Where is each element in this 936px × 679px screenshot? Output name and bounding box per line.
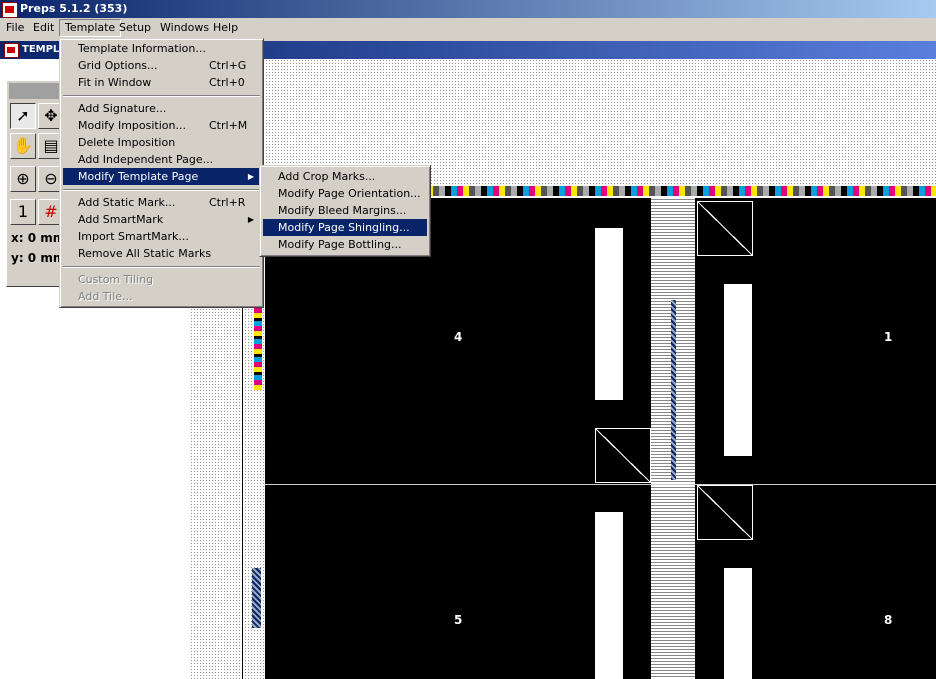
y-coordinate-readout: y: 0 mm — [11, 251, 66, 265]
horizontal-trim-line — [265, 484, 936, 485]
menu-item-import-smartmark[interactable]: Import SmartMark... — [63, 228, 260, 245]
sheet-edge-line — [242, 305, 243, 679]
menu-item-add-static-mark[interactable]: Add Static Mark... Ctrl+R — [63, 194, 260, 211]
page-8-bar — [724, 568, 752, 679]
app-title: Preps 5.1.2 (353) — [20, 2, 128, 15]
menu-item-delete-imposition[interactable]: Delete Imposition — [63, 134, 260, 151]
menu-separator — [63, 266, 260, 268]
page-number-5[interactable]: 5 — [454, 613, 462, 627]
menu-windows[interactable]: Windows — [155, 20, 214, 36]
gutter-mark — [671, 300, 676, 480]
page-4-crop-box — [595, 428, 651, 483]
palette-header[interactable] — [9, 83, 63, 99]
submenu-item-modify-page-shingling[interactable]: Modify Page Shingling... — [263, 219, 427, 236]
menu-help[interactable]: Help — [208, 20, 243, 36]
menu-item-modify-imposition[interactable]: Modify Imposition... Ctrl+M — [63, 117, 260, 134]
arrow-select-tool[interactable]: ➚ — [10, 103, 36, 129]
menu-item-add-smartmark[interactable]: Add SmartMark ▶ — [63, 211, 260, 228]
vertical-mark — [252, 568, 261, 628]
page-5-bar — [595, 512, 623, 679]
submenu-arrow-icon: ▶ — [247, 172, 254, 181]
page-number-1[interactable]: 1 — [884, 330, 892, 344]
submenu-item-modify-page-bottling[interactable]: Modify Page Bottling... — [263, 236, 427, 253]
menu-item-custom-tiling: Custom Tiling — [78, 273, 154, 286]
menu-item-grid-options[interactable]: Grid Options... Ctrl+G — [63, 57, 260, 74]
template-menu: Template Information... Grid Options... C… — [59, 38, 264, 308]
page-1-crop-box — [697, 201, 753, 256]
document-title: TEMPL — [22, 44, 60, 55]
menu-edit[interactable]: Edit — [28, 20, 59, 36]
submenu-item-add-crop-marks[interactable]: Add Crop Marks... — [263, 168, 427, 185]
submenu-item-modify-page-orientation[interactable]: Modify Page Orientation... — [263, 185, 427, 202]
vertical-color-bar — [254, 305, 262, 390]
menu-setup[interactable]: Setup — [114, 20, 156, 36]
hand-tool[interactable]: ✋ — [10, 133, 36, 159]
page-8-crop-box — [697, 485, 753, 540]
menu-item-template-information[interactable]: Template Information... — [63, 40, 260, 57]
page-number-8[interactable]: 8 — [884, 613, 892, 627]
x-coordinate-readout: x: 0 mm — [11, 231, 66, 245]
menu-bar: File Edit Template Setup Windows Help — [0, 18, 936, 38]
app-title-bar: Preps 5.1.2 (353) — [0, 0, 936, 18]
submenu-arrow-icon: ▶ — [247, 215, 254, 224]
menu-separator — [63, 95, 260, 97]
menu-item-add-tile: Add Tile... — [78, 290, 133, 303]
menu-item-remove-all-static-marks[interactable]: Remove All Static Marks — [63, 245, 260, 262]
menu-separator — [63, 189, 260, 191]
menu-item-add-independent-page[interactable]: Add Independent Page... — [63, 151, 260, 168]
menu-item-add-signature[interactable]: Add Signature... — [63, 100, 260, 117]
menu-item-fit-in-window[interactable]: Fit in Window Ctrl+0 — [63, 74, 260, 91]
preps-app-icon[interactable] — [2, 2, 18, 18]
page-4-bar — [595, 228, 623, 400]
menu-file[interactable]: File — [1, 20, 29, 36]
page-number-tool[interactable]: 1 — [10, 199, 36, 225]
modify-template-page-submenu: Add Crop Marks... Modify Page Orientatio… — [259, 165, 431, 257]
page-number-4[interactable]: 4 — [454, 330, 462, 344]
submenu-item-modify-bleed-margins[interactable]: Modify Bleed Margins... — [263, 202, 427, 219]
menu-item-modify-template-page[interactable]: Modify Template Page ▶ — [63, 168, 260, 185]
menu-template[interactable]: Template — [59, 19, 122, 37]
document-icon[interactable] — [4, 43, 19, 58]
zoom-tool[interactable]: ⊕ — [10, 166, 36, 192]
page-1-bar — [724, 284, 752, 456]
